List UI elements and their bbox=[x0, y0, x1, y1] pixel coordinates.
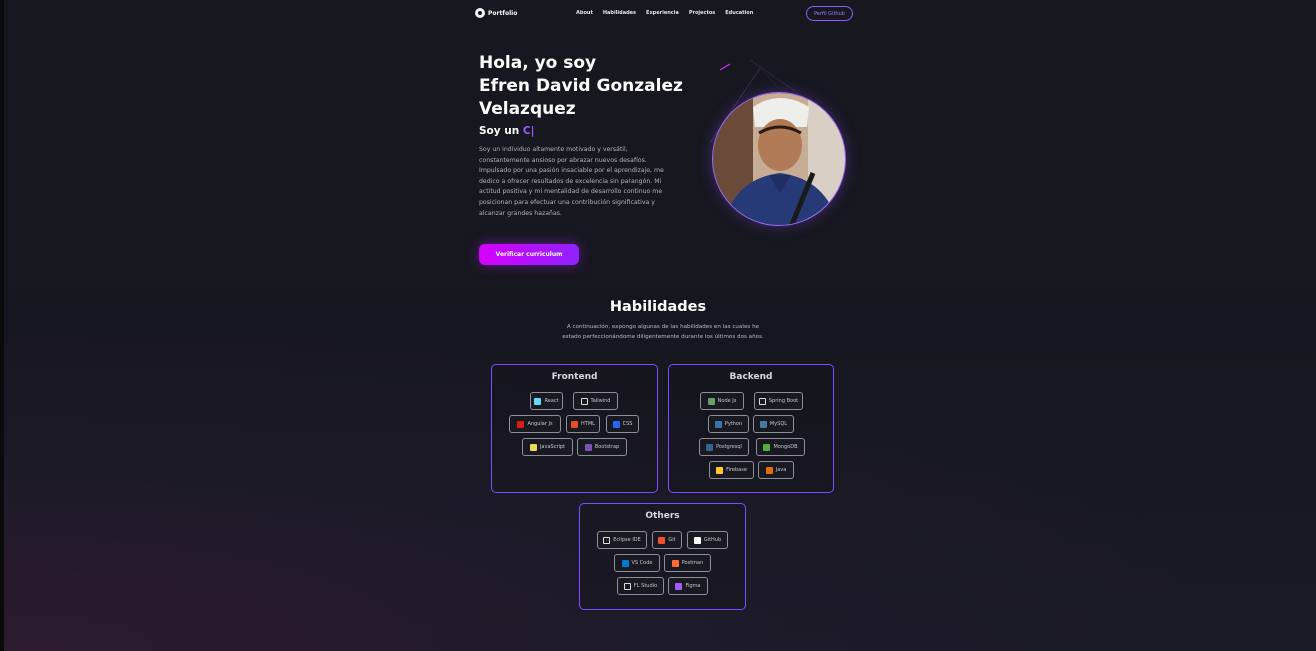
skill-chip: Tailwind bbox=[573, 392, 618, 410]
skill-chip: Java bbox=[758, 461, 794, 479]
spring-boot-icon bbox=[758, 397, 766, 405]
skill-chip: MySQL bbox=[753, 415, 794, 433]
nodejs-icon bbox=[707, 397, 715, 405]
skill-chip-label: Java bbox=[775, 467, 787, 473]
skill-chip-label: MongoDB bbox=[773, 444, 798, 450]
firebase-icon bbox=[716, 466, 724, 474]
skill-chip: HTML bbox=[566, 415, 600, 433]
skill-chip: FL Studio bbox=[617, 577, 664, 595]
nav-link-about[interactable]: About bbox=[576, 10, 593, 16]
python-icon bbox=[714, 420, 722, 428]
bootstrap-icon bbox=[584, 443, 592, 451]
github-icon bbox=[693, 536, 701, 544]
css-icon bbox=[612, 420, 620, 428]
hero-role: Soy un C| bbox=[479, 125, 534, 137]
skill-chip: MongoDB bbox=[756, 438, 805, 456]
skill-chip-label: GitHub bbox=[703, 537, 722, 543]
skill-chip: Git bbox=[652, 531, 682, 549]
javascript-icon bbox=[529, 443, 537, 451]
skill-chip-label: JavaScript bbox=[539, 444, 566, 450]
skill-chip-label: Bootstrap bbox=[594, 444, 620, 450]
skill-chip: Postman bbox=[664, 554, 711, 572]
skill-chip-label: Firebase bbox=[726, 467, 747, 473]
card-title-backend: Backend bbox=[729, 372, 773, 382]
skill-chip: JavaScript bbox=[522, 438, 573, 456]
skill-chip-label: VS Code bbox=[631, 560, 653, 566]
verify-curriculum-button[interactable]: Verificar curriculum bbox=[479, 244, 579, 265]
skill-chip-label: FL Studio bbox=[633, 583, 658, 589]
skill-chip-label: HTML bbox=[581, 421, 595, 427]
fl-studio-icon bbox=[623, 582, 631, 590]
skill-chip-label: Spring Boot bbox=[768, 398, 799, 404]
skill-chip: VS Code bbox=[614, 554, 660, 572]
mysql-icon bbox=[759, 420, 767, 428]
skill-card-others: Others Eclipse IDE Git GitHub VS Code Postma… bbox=[579, 503, 746, 610]
postman-icon bbox=[671, 559, 679, 567]
card-title-frontend: Frontend bbox=[551, 372, 598, 382]
skill-chip: Angular Js bbox=[509, 415, 561, 433]
postgresql-icon bbox=[706, 443, 714, 451]
skill-chip-label: Postman bbox=[681, 560, 704, 566]
card-title-others: Others bbox=[645, 511, 680, 521]
nav-link-projectos[interactable]: Projectos bbox=[689, 10, 715, 16]
skill-card-backend: Backend Node Js Spring Boot Python MySQL Pos… bbox=[668, 364, 834, 493]
skill-chip-label: Git bbox=[668, 537, 676, 543]
skill-chip: React bbox=[530, 392, 563, 410]
git-icon bbox=[658, 536, 666, 544]
skill-chip-label: Postgresql bbox=[716, 444, 742, 450]
react-icon bbox=[534, 397, 542, 405]
skill-chip: Eclipse IDE bbox=[597, 531, 647, 549]
eclipse-icon bbox=[603, 536, 611, 544]
nav-links: About Habilidades Experiencia Projectos … bbox=[576, 10, 753, 16]
skill-chip: Bootstrap bbox=[577, 438, 627, 456]
profile-photo-icon bbox=[713, 93, 845, 225]
skill-chip-label: Angular Js bbox=[527, 421, 553, 427]
skill-chip-label: MySQL bbox=[769, 421, 788, 427]
tailwind-icon bbox=[580, 397, 588, 405]
hero-description: Soy un individuo altamente motivado y ve… bbox=[479, 146, 664, 217]
skill-chip-label: CSS bbox=[622, 421, 633, 427]
skill-chip: Python bbox=[708, 415, 749, 433]
skill-chip: Postgresql bbox=[699, 438, 749, 456]
skill-chip: Figma bbox=[668, 577, 708, 595]
skill-chip-label: Eclipse IDE bbox=[613, 537, 641, 543]
hero-heading: Hola, yo soy Efren David Gonzalez Velazq… bbox=[479, 52, 689, 121]
skill-card-frontend: Frontend React Tailwind Angular Js HTML CSS J… bbox=[491, 364, 658, 493]
nav-link-experiencia[interactable]: Experiencia bbox=[646, 10, 679, 16]
logo-text: Portfolio bbox=[488, 9, 518, 17]
hero-name-line1: Efren David Gonzalez bbox=[479, 76, 683, 96]
skill-chip-label: Python bbox=[724, 421, 743, 427]
skill-chip: CSS bbox=[606, 415, 639, 433]
navbar: Portfolio About Habilidades Experiencia … bbox=[475, 6, 853, 24]
profile-avatar bbox=[712, 92, 846, 226]
nav-link-education[interactable]: Education bbox=[725, 10, 753, 16]
figma-icon bbox=[675, 582, 683, 590]
hero-name-line2: Velazquez bbox=[479, 99, 576, 119]
nav-link-habilidades[interactable]: Habilidades bbox=[603, 10, 636, 16]
skill-chip-label: React bbox=[544, 398, 559, 404]
angular-icon bbox=[517, 420, 525, 428]
skill-chip: GitHub bbox=[687, 531, 728, 549]
github-profile-button[interactable]: Perfil Github bbox=[806, 6, 853, 21]
java-icon bbox=[765, 466, 773, 474]
html-icon bbox=[571, 420, 579, 428]
logo[interactable]: Portfolio bbox=[475, 8, 517, 18]
skill-chip-label: Tailwind bbox=[590, 398, 611, 404]
skill-chip: Firebase bbox=[709, 461, 754, 479]
role-typed-text: C| bbox=[522, 125, 535, 137]
hero-greeting: Hola, yo soy bbox=[479, 53, 597, 73]
skills-description: A continuación, expongo algunas de las h… bbox=[562, 324, 764, 340]
skill-chip: Spring Boot bbox=[754, 392, 803, 410]
role-prefix: Soy un bbox=[479, 125, 520, 137]
skill-chip-label: Figma bbox=[685, 583, 701, 589]
vscode-icon bbox=[621, 559, 629, 567]
skill-chip: Node Js bbox=[700, 392, 744, 410]
mongodb-icon bbox=[763, 443, 771, 451]
skills-title: Habilidades bbox=[609, 299, 707, 315]
logo-icon bbox=[475, 8, 485, 18]
skill-chip-label: Node Js bbox=[717, 398, 737, 404]
